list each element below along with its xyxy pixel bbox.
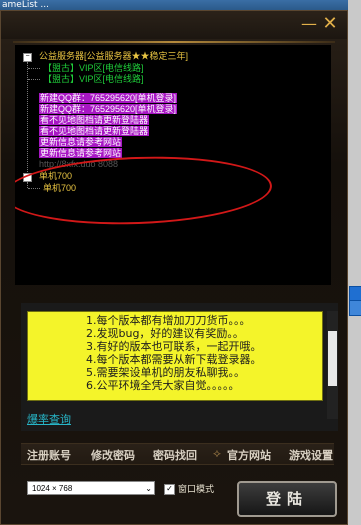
game-settings-link[interactable]: 游戏设置 bbox=[289, 447, 333, 463]
resolution-select[interactable]: 1024 × 768 ⌄ bbox=[27, 481, 155, 495]
window-mode-label: 窗口模式 bbox=[178, 484, 215, 494]
login-button[interactable]: 登陆 bbox=[237, 481, 337, 517]
window-mode-checkbox[interactable]: ✓ 窗口模式 bbox=[164, 482, 215, 496]
scroll-button[interactable] bbox=[349, 300, 361, 316]
close-button[interactable]: ✕ bbox=[321, 15, 339, 33]
chevron-down-icon: ⌄ bbox=[145, 484, 152, 493]
scroll-thumb[interactable] bbox=[328, 331, 337, 386]
tree-line bbox=[28, 79, 40, 80]
recover-password-link[interactable]: 密码找回 bbox=[153, 447, 197, 463]
tree-line bbox=[27, 62, 28, 182]
register-account-link[interactable]: 注册账号 bbox=[27, 447, 71, 463]
notice-line: 2.发现bug，好的建议有奖励。。 bbox=[86, 327, 244, 340]
bottom-nav: 注册账号 修改密码 密码找回 ⟡ 官方网站 游戏设置 bbox=[21, 443, 334, 465]
resolution-value: 1024 × 768 bbox=[32, 484, 73, 493]
launcher-window: — ✕ − 公益服务器[公益服务器★★稳定三年] 【盟古】VIP区[电信线路] … bbox=[0, 10, 348, 525]
tree-ad-item[interactable]: 看不见地图档请更新登陆器 bbox=[39, 126, 150, 137]
os-scrollbar[interactable] bbox=[348, 0, 361, 525]
tree-line bbox=[28, 68, 40, 69]
checkbox-checked-icon[interactable]: ✓ bbox=[164, 484, 175, 496]
collapse-icon[interactable]: − bbox=[23, 53, 32, 62]
notice-box: 1.每个版本都有增加刀刀货币。。。 2.发现bug，好的建议有奖励。。 3.有好… bbox=[27, 311, 323, 401]
tree-ad-item[interactable]: 更新信息请参考网站 bbox=[39, 148, 123, 159]
notice-line: 3.有好的版本也可联系，一起开哦。 bbox=[86, 340, 262, 353]
change-password-link[interactable]: 修改密码 bbox=[91, 447, 135, 463]
launcher-header: — ✕ bbox=[1, 11, 347, 39]
tree-ad-item[interactable]: 新建QQ群：765295620[单机登录] bbox=[39, 93, 178, 104]
tree-ad-item[interactable]: 更新信息请参考网站 bbox=[39, 137, 123, 148]
nav-divider: ⟡ bbox=[213, 446, 221, 460]
notice-line: 4.每个版本都需要从新下载登录器。 bbox=[86, 353, 262, 366]
minimize-button[interactable]: — bbox=[301, 16, 317, 33]
tree-server-item[interactable]: 【盟古】VIP区[电信线路] bbox=[43, 74, 144, 85]
notice-panel: 1.每个版本都有增加刀刀货币。。。 2.发现bug，好的建议有奖励。。 3.有好… bbox=[21, 303, 338, 431]
notice-line: 1.每个版本都有增加刀刀货币。。。 bbox=[86, 314, 251, 327]
tree-group-public[interactable]: 公益服务器[公益服务器★★稳定三年] bbox=[39, 51, 188, 62]
os-window-title: ameList ... bbox=[0, 0, 361, 10]
tree-ad-item[interactable]: 看不见地图档请更新登陆器 bbox=[39, 115, 150, 126]
notice-line: 5.需要架设单机的朋友私聊我。。 bbox=[86, 366, 245, 379]
notice-scrollbar[interactable] bbox=[327, 311, 338, 419]
server-tree[interactable]: − 公益服务器[公益服务器★★稳定三年] 【盟古】VIP区[电信线路] 【盟古】… bbox=[15, 45, 331, 285]
tree-server-item[interactable]: 【盟古】VIP区[电信线路] bbox=[43, 63, 144, 74]
official-website-link[interactable]: 官方网站 bbox=[227, 447, 271, 463]
tree-ad-item[interactable]: 新建QQ群：765295620[单机登录] bbox=[39, 104, 178, 115]
notice-line: 6.公平环境全凭大家自觉。。。。。 bbox=[86, 379, 240, 392]
drop-rate-query-link[interactable]: 爆率查询 bbox=[27, 411, 71, 427]
header-divider bbox=[13, 41, 335, 43]
